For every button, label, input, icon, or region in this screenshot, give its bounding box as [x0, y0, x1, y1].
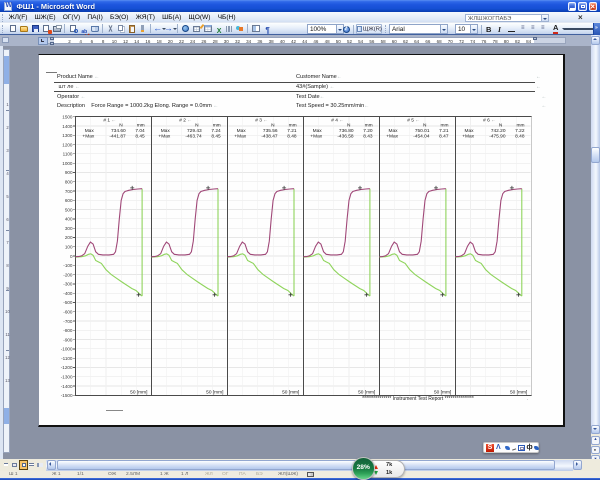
svg-text:-1300: -1300 — [61, 375, 73, 380]
svg-text:-454.04: -454.04 — [413, 133, 430, 139]
svg-text:50 [mm]: 50 [mm] — [358, 390, 375, 396]
svg-text:100: 100 — [65, 245, 73, 250]
svg-text:-400: -400 — [63, 291, 73, 296]
svg-text:Max: Max — [465, 128, 475, 134]
svg-text:# 6 ←: # 6 ← — [483, 117, 496, 123]
svg-text:8.43: 8.43 — [363, 133, 373, 139]
svg-text:400: 400 — [65, 217, 73, 222]
svg-text:7.24: 7.24 — [211, 128, 221, 134]
svg-text:+Max: +Max — [310, 133, 322, 139]
svg-text:+Max: +Max — [158, 133, 170, 139]
svg-text:+Max: +Max — [462, 133, 474, 139]
svg-text:7.20: 7.20 — [363, 128, 373, 134]
svg-text:-438.47: -438.47 — [261, 133, 278, 139]
svg-text:mm: mm — [289, 124, 297, 129]
svg-text:500: 500 — [65, 207, 73, 212]
svg-text:-1000: -1000 — [61, 347, 73, 352]
svg-text:-800: -800 — [63, 328, 73, 333]
svg-text:-1200: -1200 — [61, 365, 73, 370]
svg-text:-600: -600 — [63, 310, 73, 315]
svg-text:mm: mm — [213, 124, 221, 129]
svg-text:7.04: 7.04 — [135, 128, 145, 134]
svg-text:8.48: 8.48 — [515, 133, 525, 139]
svg-text:mm: mm — [441, 124, 449, 129]
svg-text:50 [mm]: 50 [mm] — [206, 390, 223, 396]
svg-text:-300: -300 — [63, 282, 73, 287]
svg-text:+Max: +Max — [234, 133, 246, 139]
svg-text:735.56: 735.56 — [263, 128, 278, 134]
svg-text:-700: -700 — [63, 319, 73, 324]
svg-text:50 [mm]: 50 [mm] — [434, 390, 451, 396]
svg-text:Max: Max — [85, 128, 95, 134]
svg-text:Max: Max — [237, 128, 247, 134]
svg-text:mm: mm — [365, 124, 373, 129]
svg-text:-436.58: -436.58 — [337, 133, 354, 139]
svg-text:1000: 1000 — [62, 161, 73, 166]
svg-text:N: N — [423, 123, 427, 129]
svg-text:200: 200 — [65, 235, 73, 240]
svg-text:# 3 ←: # 3 ← — [255, 117, 268, 123]
svg-text:# 4 ←: # 4 ← — [331, 117, 344, 123]
svg-text:N: N — [347, 123, 351, 129]
svg-text:Max: Max — [161, 128, 171, 134]
svg-text:# 2 ←: # 2 ← — [179, 117, 192, 123]
svg-text:-463.74: -463.74 — [185, 133, 202, 139]
svg-text:50 [mm]: 50 [mm] — [282, 390, 299, 396]
svg-text:1400: 1400 — [62, 124, 73, 129]
svg-text:7.21: 7.21 — [287, 128, 297, 134]
svg-text:800: 800 — [65, 180, 73, 185]
svg-text:50 [mm]: 50 [mm] — [130, 390, 147, 396]
svg-text:-475.90: -475.90 — [489, 133, 506, 139]
svg-text:0: 0 — [70, 254, 73, 259]
svg-text:600: 600 — [65, 198, 73, 203]
svg-text:N: N — [119, 123, 123, 129]
svg-text:-1500: -1500 — [61, 393, 73, 398]
svg-text:8.45: 8.45 — [211, 133, 221, 139]
svg-text:N: N — [499, 123, 503, 129]
svg-text:7.22: 7.22 — [515, 128, 525, 134]
svg-text:734.60: 734.60 — [111, 128, 126, 134]
svg-text:50 [mm]: 50 [mm] — [510, 390, 527, 396]
svg-text:-500: -500 — [63, 300, 73, 305]
svg-text:1200: 1200 — [62, 142, 73, 147]
svg-text:8.47: 8.47 — [439, 133, 449, 139]
svg-text:N: N — [195, 123, 199, 129]
svg-text:# 1 ←: # 1 ← — [103, 117, 116, 123]
svg-text:# 5 ←: # 5 ← — [407, 117, 420, 123]
svg-text:N: N — [271, 123, 275, 129]
svg-text:-900: -900 — [63, 337, 73, 342]
svg-text:700: 700 — [65, 189, 73, 194]
svg-text:-1100: -1100 — [61, 356, 73, 361]
svg-text:+Max: +Max — [386, 133, 398, 139]
svg-text:742.20: 742.20 — [491, 128, 506, 134]
svg-text:*************** Instrument Tes: *************** Instrument Test Report *… — [362, 396, 474, 402]
svg-text:-1400: -1400 — [61, 384, 73, 389]
svg-text:+Max: +Max — [82, 133, 94, 139]
svg-text:Max: Max — [313, 128, 323, 134]
svg-text:1100: 1100 — [63, 152, 73, 157]
svg-text:8.45: 8.45 — [135, 133, 145, 139]
svg-text:Max: Max — [389, 128, 399, 134]
svg-text:8.48: 8.48 — [287, 133, 297, 139]
svg-text:1300: 1300 — [62, 133, 73, 138]
svg-text:-200: -200 — [63, 272, 73, 277]
svg-text:-100: -100 — [63, 263, 73, 268]
svg-text:900: 900 — [65, 170, 73, 175]
svg-text:750.01: 750.01 — [415, 128, 430, 134]
svg-text:-441.87: -441.87 — [109, 133, 126, 139]
svg-text:mm: mm — [517, 124, 525, 129]
svg-text:7.21: 7.21 — [439, 128, 449, 134]
svg-text:1500: 1500 — [62, 115, 73, 120]
svg-text:736.80: 736.80 — [339, 128, 354, 134]
svg-text:729.43: 729.43 — [187, 128, 202, 134]
svg-text:300: 300 — [65, 226, 73, 231]
svg-text:mm: mm — [137, 124, 145, 129]
